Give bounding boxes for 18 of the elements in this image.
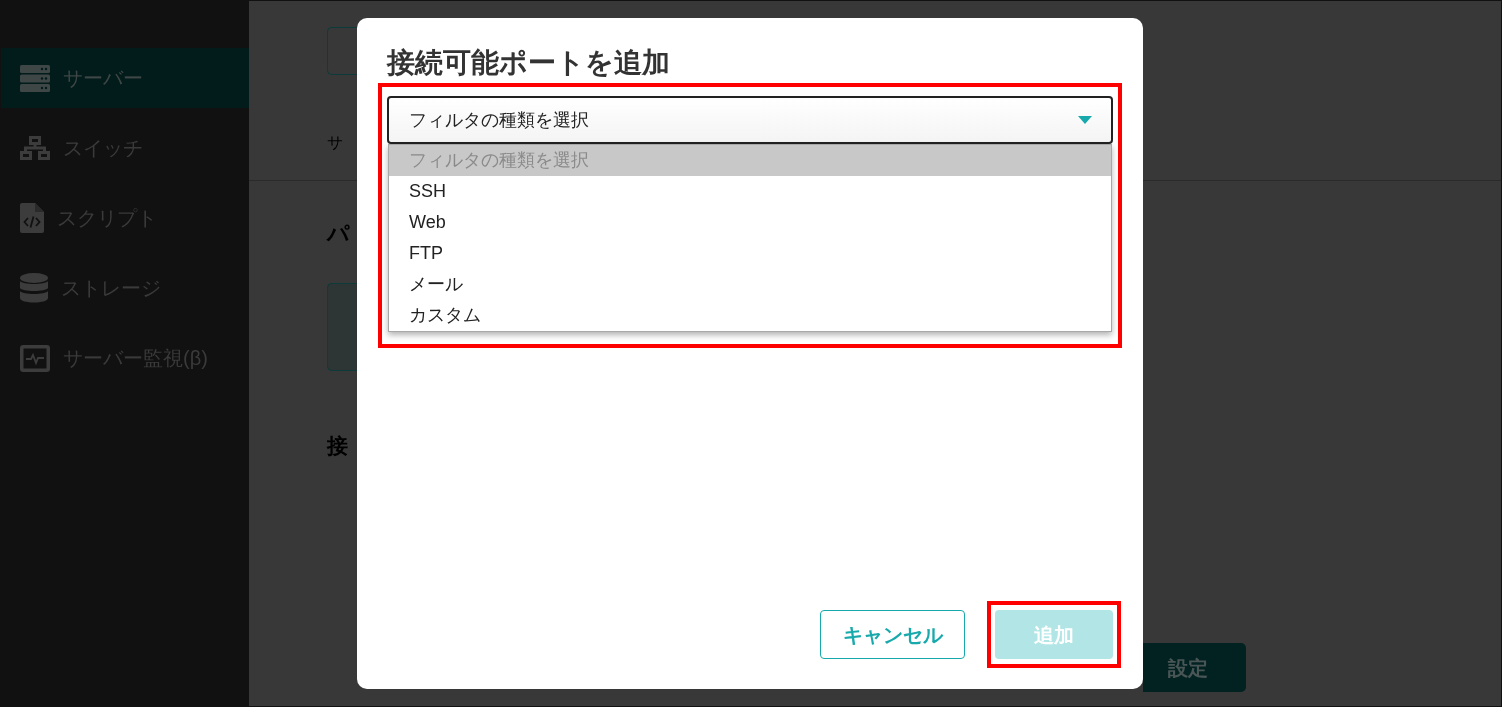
network-icon bbox=[20, 136, 50, 160]
sidebar-item[interactable]: サーバー bbox=[1, 48, 249, 108]
dropdown-option[interactable]: メール bbox=[389, 269, 1111, 300]
dropdown-option[interactable]: カスタム bbox=[389, 300, 1111, 331]
section-heading: 接 bbox=[327, 433, 348, 459]
dropdown-option[interactable]: FTP bbox=[389, 238, 1111, 269]
caret-icon bbox=[1078, 116, 1092, 124]
file-code-icon bbox=[20, 203, 44, 233]
dialog-title: 接続可能ポートを追加 bbox=[387, 46, 670, 80]
server-icon bbox=[20, 64, 50, 92]
database-icon bbox=[20, 273, 48, 303]
dropdown-option[interactable]: SSH bbox=[389, 176, 1111, 207]
settings-button[interactable]: 設定 bbox=[1143, 643, 1246, 692]
cancel-button[interactable]: キャンセル bbox=[820, 610, 965, 659]
monitor-pulse-icon bbox=[20, 344, 50, 372]
filter-select[interactable]: フィルタの種類を選択 bbox=[387, 96, 1113, 144]
page-heading: パ bbox=[327, 221, 350, 247]
dropdown-option[interactable]: Web bbox=[389, 207, 1111, 238]
